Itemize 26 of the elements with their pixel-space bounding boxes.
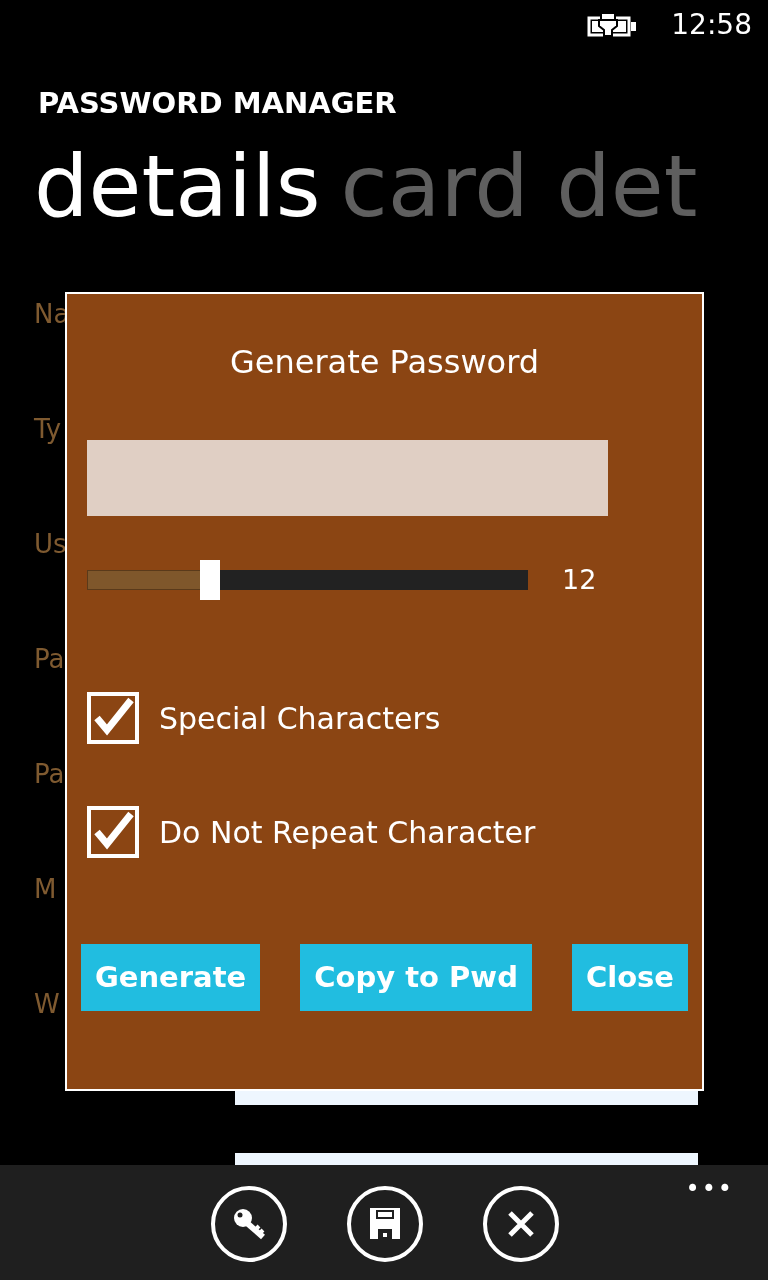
close-icon[interactable] bbox=[482, 1185, 560, 1263]
dialog-button[interactable]: Generate bbox=[81, 944, 261, 1011]
checkbox-label: Special Characters bbox=[159, 699, 441, 738]
key-icon[interactable] bbox=[210, 1185, 288, 1263]
field-label: Ty bbox=[34, 413, 62, 446]
dialog-title: Generate Password bbox=[229, 342, 540, 383]
field-label: Pa bbox=[34, 643, 65, 676]
pivot-tab[interactable]: card det bbox=[340, 143, 698, 229]
checkbox[interactable] bbox=[87, 806, 139, 858]
dialog-button[interactable]: Close bbox=[571, 944, 688, 1011]
text-field[interactable] bbox=[235, 1153, 698, 1165]
clock-time: 12:58 bbox=[671, 7, 752, 43]
field-label: W bbox=[34, 988, 60, 1021]
save-icon[interactable] bbox=[346, 1185, 424, 1263]
field-label: Pa bbox=[34, 758, 65, 791]
length-value: 12 bbox=[562, 562, 597, 597]
checkbox[interactable] bbox=[87, 692, 139, 744]
password-field[interactable] bbox=[87, 440, 608, 516]
more-menu[interactable]: ••• bbox=[685, 1171, 734, 1207]
dialog-button[interactable]: Copy to Pwd bbox=[300, 944, 532, 1011]
pivot-tab[interactable]: details bbox=[34, 143, 321, 229]
length-slider[interactable] bbox=[87, 560, 528, 600]
field-label: Us bbox=[34, 528, 67, 561]
field-label: M bbox=[34, 873, 57, 906]
app-title: PASSWORD MANAGER bbox=[38, 85, 397, 123]
checkbox-label: Do Not Repeat Character bbox=[159, 813, 536, 852]
